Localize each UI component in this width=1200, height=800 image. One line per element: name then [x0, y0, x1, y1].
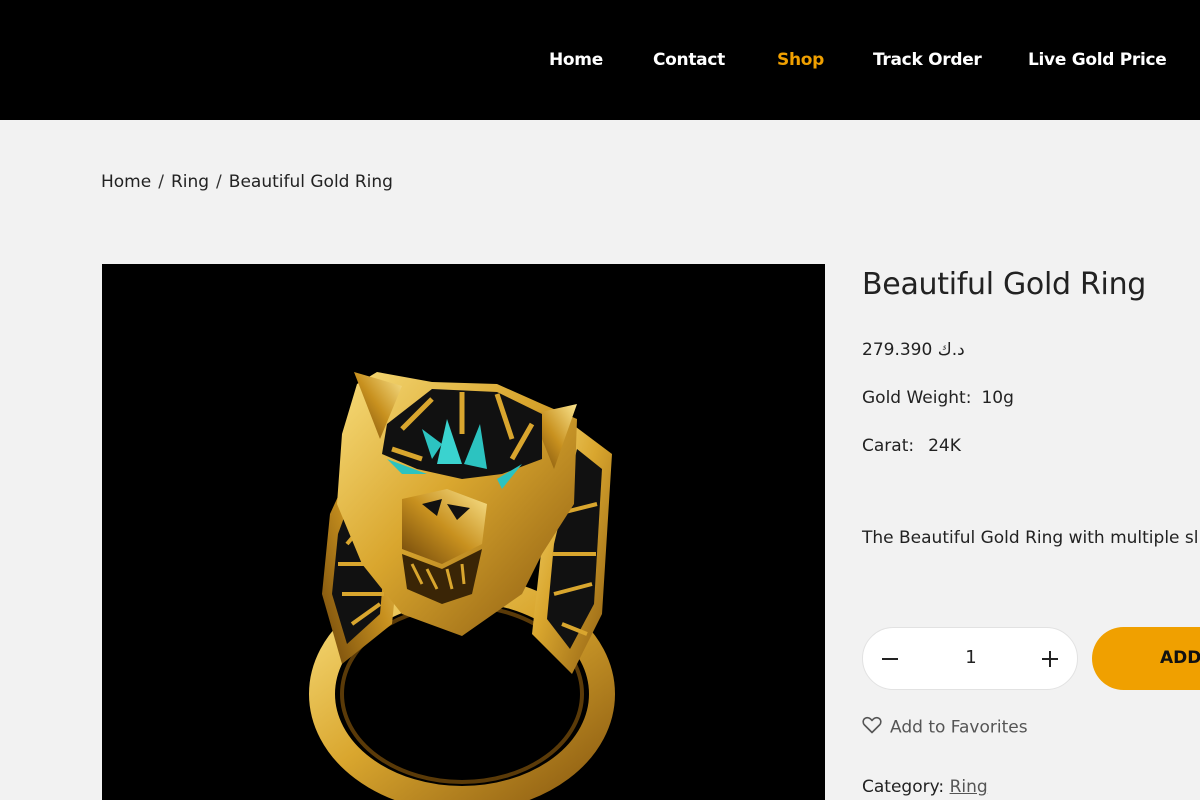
category-link[interactable]: Ring — [950, 777, 988, 797]
panther-ring-illustration — [309, 372, 615, 800]
nav-item-track-order[interactable]: Track Order — [873, 50, 982, 70]
plus-icon[interactable] — [1033, 642, 1067, 676]
product-price: 279.390 د.ك — [862, 340, 965, 360]
site-header: Home Contact Shop Track Order Live Gold … — [0, 0, 1200, 120]
breadcrumb-ring[interactable]: Ring — [171, 172, 209, 192]
category-row: Category: Ring — [862, 777, 988, 797]
carat-label: Carat: — [862, 436, 915, 456]
main-nav: Home Contact Shop Track Order Live Gold … — [0, 50, 1200, 76]
breadcrumb-separator: / — [216, 172, 222, 192]
nav-item-shop[interactable]: Shop — [777, 50, 824, 70]
product-description: The Beautiful Gold Ring with multiple sl — [862, 528, 1199, 548]
add-to-cart-button[interactable]: ADD — [1092, 627, 1200, 690]
minus-icon[interactable] — [873, 642, 907, 676]
quantity-value[interactable]: 1 — [943, 647, 999, 668]
breadcrumb-current: Beautiful Gold Ring — [228, 172, 393, 192]
gold-weight-label: Gold Weight: — [862, 388, 972, 408]
product-image[interactable] — [102, 264, 825, 800]
breadcrumb: Home / Ring / Beautiful Gold Ring — [101, 172, 393, 192]
product-title: Beautiful Gold Ring — [862, 267, 1147, 302]
heart-icon — [862, 716, 882, 739]
carat-value: 24K — [928, 436, 961, 456]
nav-item-contact[interactable]: Contact — [653, 50, 725, 70]
category-label: Category: — [862, 777, 945, 797]
add-to-favorites[interactable]: Add to Favorites — [862, 716, 1028, 739]
gold-weight-value: 10g — [981, 388, 1014, 408]
breadcrumb-separator: / — [158, 172, 164, 192]
nav-item-live-gold-price[interactable]: Live Gold Price — [1028, 50, 1167, 70]
carat-row: Carat: 24K — [862, 436, 961, 456]
quantity-stepper: 1 — [862, 627, 1078, 690]
nav-item-home[interactable]: Home — [549, 50, 603, 70]
favorites-label: Add to Favorites — [890, 717, 1028, 738]
breadcrumb-home[interactable]: Home — [101, 172, 151, 192]
gold-weight-row: Gold Weight: 10g — [862, 388, 1014, 408]
